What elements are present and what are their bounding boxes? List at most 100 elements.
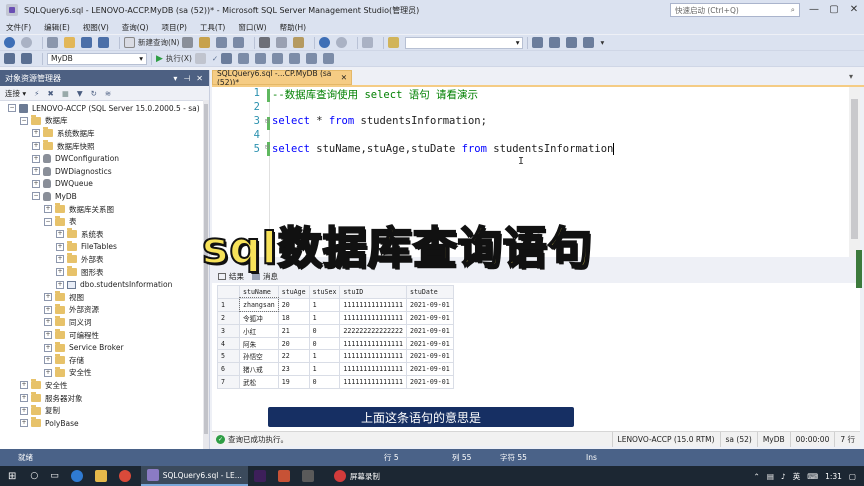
table-cell[interactable]: 22	[277, 349, 310, 364]
query-options-button[interactable]	[255, 52, 269, 66]
row-number-cell[interactable]: 3	[217, 323, 240, 338]
table-cell[interactable]: 21	[277, 323, 310, 338]
taskbar-ssms-item[interactable]: SQLQuery6.sql - LE...	[140, 466, 248, 486]
debug-button[interactable]	[362, 36, 376, 50]
tree-node[interactable]: + 存储	[44, 354, 84, 367]
forward-button[interactable]	[21, 36, 35, 50]
editor-vertical-scrollbar[interactable]	[849, 87, 860, 257]
intellisense-button[interactable]	[238, 52, 252, 66]
menu-help[interactable]: 帮助(H)	[280, 22, 307, 33]
paste-button[interactable]	[293, 36, 307, 50]
save-all-button[interactable]	[98, 36, 112, 50]
taskbar-screen-recorder-item[interactable]: 屏幕录制	[328, 466, 386, 486]
table-cell[interactable]: 0	[308, 323, 341, 338]
expand-toggle-icon[interactable]: +	[44, 293, 52, 302]
connect-button[interactable]	[4, 52, 18, 66]
solution-config-button[interactable]	[388, 36, 402, 50]
expand-toggle-icon[interactable]: +	[44, 331, 52, 340]
menu-project[interactable]: 项目(P)	[162, 22, 187, 33]
expand-toggle-icon[interactable]: +	[56, 268, 64, 277]
tree-node[interactable]: + 安全性	[44, 366, 92, 380]
expand-toggle-icon[interactable]: +	[44, 305, 52, 314]
estimated-plan-button[interactable]	[221, 52, 235, 66]
table-cell[interactable]: 令狐冲	[239, 310, 279, 325]
tree-node[interactable]: − LENOVO-ACCP (SQL Server 15.0.2000.5 - s…	[8, 102, 200, 115]
pin-icon[interactable]: ⊣	[183, 74, 190, 83]
minimize-button[interactable]: —	[806, 2, 822, 18]
db-query-button[interactable]	[182, 36, 196, 50]
refresh-icon[interactable]: ↻	[91, 89, 97, 98]
undo-button[interactable]	[319, 36, 333, 50]
menu-edit[interactable]: 编辑(E)	[44, 22, 70, 33]
tree-node[interactable]: + dbo.studentsInformation	[56, 278, 172, 291]
comment-button[interactable]	[289, 52, 303, 66]
expand-toggle-icon[interactable]: +	[32, 167, 40, 176]
expand-toggle-icon[interactable]: +	[44, 368, 52, 377]
menu-file[interactable]: 文件(F)	[6, 22, 31, 33]
app-icon[interactable]	[301, 470, 314, 482]
table-cell[interactable]: 0	[308, 336, 341, 351]
expand-toggle-icon[interactable]: +	[32, 179, 40, 188]
column-header-stusex[interactable]: stuSex	[308, 285, 341, 299]
tree-node[interactable]: + DWConfiguration	[32, 152, 119, 165]
expand-toggle-icon[interactable]: +	[32, 142, 40, 151]
filter-icon[interactable]: ▼	[77, 89, 83, 98]
notification-icon[interactable]: ▢	[849, 472, 856, 481]
toolbar-options-button[interactable]: ▾	[600, 36, 604, 50]
table-cell[interactable]: 孙悟空	[239, 349, 279, 364]
expand-toggle-icon[interactable]: +	[56, 280, 64, 289]
row-number-cell[interactable]: 2	[217, 310, 240, 325]
tree-node[interactable]: + 系统表	[56, 228, 104, 241]
close-icon[interactable]: ✕	[196, 74, 203, 83]
table-cell[interactable]: 1	[308, 362, 341, 377]
tree-node[interactable]: + DWQueue	[32, 178, 93, 191]
tree-node[interactable]: + PolyBase	[20, 417, 79, 430]
connect-icon[interactable]: ⚡	[34, 89, 39, 98]
table-cell[interactable]: 武松	[239, 375, 279, 390]
expand-toggle-icon[interactable]: +	[32, 154, 40, 163]
fold-toggle-icon[interactable]: ⊟	[265, 143, 269, 151]
chrome-icon[interactable]	[118, 470, 131, 482]
table-cell[interactable]: 2021-09-01	[405, 336, 454, 351]
task-view-icon[interactable]: ▭	[50, 471, 59, 481]
table-cell[interactable]: 阿朱	[239, 336, 279, 351]
tree-node[interactable]: + Service Broker	[44, 341, 124, 354]
tree-node[interactable]: + DWDiagnostics	[32, 165, 112, 178]
column-header-rownum[interactable]	[217, 285, 240, 299]
table-cell[interactable]: 23	[277, 362, 310, 377]
expand-toggle-icon[interactable]: +	[56, 242, 64, 251]
table-cell[interactable]: 2021-09-01	[405, 310, 454, 325]
tree-node[interactable]: − MyDB	[32, 190, 77, 203]
table-cell[interactable]: 2021-09-01	[405, 362, 454, 377]
tree-node[interactable]: + 系统数据库	[32, 127, 95, 140]
tree-node[interactable]: + 图形表	[56, 266, 104, 279]
expand-toggle-icon[interactable]: +	[20, 394, 28, 403]
table-cell[interactable]: 猪八戒	[239, 362, 279, 377]
toolbox-button[interactable]	[566, 36, 580, 50]
collapse-toggle-icon[interactable]: −	[44, 217, 52, 226]
tree-node[interactable]: − 表	[44, 215, 77, 228]
expand-toggle-icon[interactable]: +	[56, 255, 64, 264]
close-icon[interactable]: ✕	[341, 73, 347, 82]
fold-toggle-icon[interactable]: ⊟	[265, 117, 269, 125]
row-number-cell[interactable]: 7	[217, 375, 240, 390]
table-cell[interactable]: 111111111111111	[339, 375, 407, 390]
back-button[interactable]	[4, 36, 18, 50]
tree-node[interactable]: + 视图	[44, 291, 84, 304]
uncomment-button[interactable]	[306, 52, 320, 66]
collapse-toggle-icon[interactable]: −	[32, 192, 40, 201]
table-cell[interactable]: 1	[308, 349, 341, 364]
tab-sqlquery6[interactable]: SQLQuery6.sql -...CP.MyDB (sa (52))* ✕	[212, 69, 352, 87]
edge-browser-icon[interactable]	[70, 470, 83, 482]
redo-button[interactable]	[336, 36, 350, 50]
row-number-cell[interactable]: 5	[217, 349, 240, 364]
column-header-stuid[interactable]: stuID	[339, 285, 407, 299]
cut-button[interactable]	[259, 36, 273, 50]
row-number-cell[interactable]: 1	[217, 297, 240, 312]
close-button[interactable]: ✕	[846, 2, 862, 18]
connect-dropdown[interactable]: 连接 ▾	[5, 88, 26, 99]
tree-node[interactable]: + FileTables	[56, 240, 117, 254]
table-cell[interactable]: zhangsan	[238, 297, 280, 313]
table-cell[interactable]: 1	[308, 297, 341, 312]
results-to-button[interactable]	[272, 52, 286, 66]
